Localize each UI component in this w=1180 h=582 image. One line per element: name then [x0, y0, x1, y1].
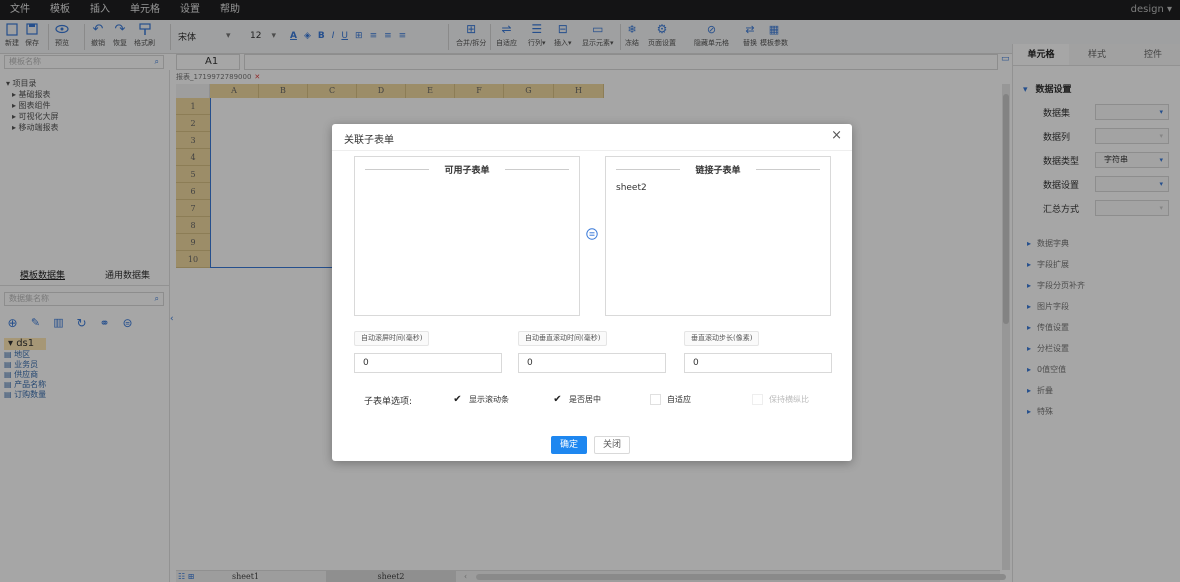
- field-label: 垂直滚动步长(像素): [684, 331, 760, 346]
- close-icon[interactable]: ×: [831, 128, 842, 143]
- center-checkbox[interactable]: ✔ 是否居中: [552, 394, 601, 405]
- linked-subform-list[interactable]: 链接子表单 sheet2: [605, 156, 831, 316]
- available-header: 可用子表单: [355, 163, 579, 176]
- autofit-checkbox[interactable]: 自适应: [650, 394, 691, 405]
- list-item[interactable]: sheet2: [616, 183, 647, 193]
- show-scrollbar-checkbox[interactable]: ✔ 显示滚动条: [452, 394, 509, 405]
- modal-overlay: 关联子表单 × 可用子表单 链接子表单 sheet2 自动滚屏时间(毫秒) 0 …: [0, 0, 1180, 582]
- options-label: 子表单选项:: [364, 397, 413, 407]
- keep-ratio-checkbox[interactable]: 保持横纵比: [752, 394, 809, 405]
- field-label: 自动垂直滚动时间(毫秒): [518, 331, 608, 346]
- option-label: 显示滚动条: [469, 395, 509, 404]
- dialog-divider: [332, 150, 852, 151]
- available-subform-list[interactable]: 可用子表单: [354, 156, 580, 316]
- vertical-scroll-step-input[interactable]: 0: [684, 353, 832, 373]
- option-label: 是否居中: [569, 395, 601, 404]
- checkmark-icon: ✔: [453, 394, 462, 405]
- auto-scroll-time-input[interactable]: 0: [354, 353, 502, 373]
- checkbox-box: [650, 394, 661, 405]
- transfer-icon[interactable]: [586, 228, 598, 240]
- vertical-scroll-time-input[interactable]: 0: [518, 353, 666, 373]
- confirm-button[interactable]: 确定: [551, 436, 587, 454]
- checkmark-icon: ✔: [553, 394, 562, 405]
- dialog-title: 关联子表单: [344, 135, 394, 146]
- link-subform-dialog: 关联子表单 × 可用子表单 链接子表单 sheet2 自动滚屏时间(毫秒) 0 …: [332, 124, 852, 461]
- option-label: 保持横纵比: [769, 395, 809, 404]
- field-label: 自动滚屏时间(毫秒): [354, 331, 430, 346]
- option-label: 自适应: [667, 395, 691, 404]
- checkbox-box: [752, 394, 763, 405]
- close-button[interactable]: 关闭: [594, 436, 630, 454]
- linked-header: 链接子表单: [606, 163, 830, 176]
